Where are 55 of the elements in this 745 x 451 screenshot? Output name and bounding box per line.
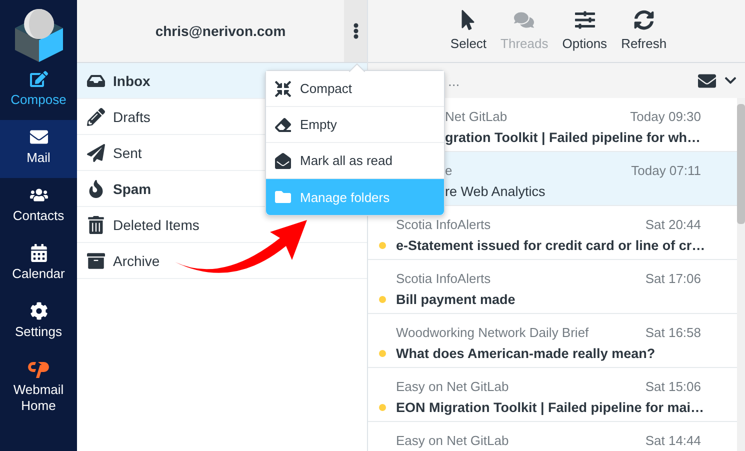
- message-subject: gration Toolkit | Failed pipeline for wh…: [444, 130, 701, 144]
- message-date: Sat 15:06: [645, 379, 701, 394]
- settings-icon: [30, 302, 48, 320]
- flame-icon: [87, 180, 105, 198]
- search-field[interactable]: ...: [446, 72, 694, 90]
- toolbar-button[interactable]: Options: [562, 0, 608, 62]
- folder-options-button[interactable]: [344, 0, 367, 62]
- eraser-icon: [275, 116, 291, 132]
- message-sender: Easy on Net GitLab: [396, 379, 510, 394]
- message-sender: Net GitLab: [444, 109, 508, 124]
- nav-item[interactable]: Calendar: [0, 236, 77, 294]
- nav-item[interactable]: Settings: [0, 294, 77, 352]
- envelope-icon: [30, 128, 48, 146]
- nav-item[interactable]: Mail: [0, 120, 77, 178]
- message-subject: re Web Analytics: [444, 184, 546, 198]
- calendar-icon: [30, 244, 48, 262]
- compress-arrows-icon: [275, 80, 291, 96]
- message-subject: e-Statement issued for credit card or line of cr…: [396, 238, 706, 252]
- message-date: Sat 16:58: [645, 325, 701, 340]
- message-sender: Woodworking Network Daily Brief: [396, 325, 590, 340]
- toolbar-button[interactable]: Refresh: [621, 0, 667, 62]
- nav-item[interactable]: Contacts: [0, 178, 77, 236]
- open-envelope-icon: [275, 152, 291, 168]
- trash-icon: [87, 216, 105, 234]
- menu-item[interactable]: Empty: [266, 107, 444, 143]
- nav-item[interactable]: Compose: [0, 62, 77, 120]
- message-subject: EON Migration Toolkit | Failed pipeline for mai…: [396, 400, 704, 414]
- message-sender: Scotia InfoAlerts: [396, 271, 492, 286]
- nav-item[interactable]: Webmail Home: [0, 352, 77, 422]
- refresh-icon: [634, 10, 654, 30]
- message-date: Sat 20:44: [645, 217, 701, 232]
- menu-item[interactable]: Compact: [266, 71, 444, 107]
- pencil-icon: [87, 108, 105, 126]
- sliders-icon: [574, 10, 595, 30]
- envelope-icon: [698, 72, 716, 90]
- scrollbar[interactable]: [737, 98, 745, 451]
- message-date: Today 09:30: [630, 109, 701, 124]
- people-icon: [30, 186, 48, 204]
- account-email: chris@nerivon.com: [154, 23, 287, 39]
- message-subject: Bill payment made: [396, 292, 516, 306]
- message-date: Today 07:11: [631, 163, 701, 178]
- toolbar-button[interactable]: Select: [450, 0, 487, 62]
- cp-logo-icon: [26, 360, 50, 378]
- archive-box-icon: [87, 252, 105, 270]
- message-date: Sat 17:06: [645, 271, 701, 286]
- message-date: Sat 14:44: [645, 433, 701, 448]
- chevron-down-icon: [724, 74, 737, 87]
- message-sender: Scotia InfoAlerts: [396, 217, 492, 232]
- speech-bubbles-icon: [514, 10, 534, 30]
- menu-item[interactable]: Mark all as read: [266, 143, 444, 179]
- message-sender: Easy on Net GitLab: [396, 433, 510, 448]
- paper-plane-icon: [87, 144, 105, 162]
- message-subject: What does American-made really mean?: [396, 346, 656, 360]
- message-sender: e: [444, 163, 454, 178]
- folder-icon: [275, 189, 291, 205]
